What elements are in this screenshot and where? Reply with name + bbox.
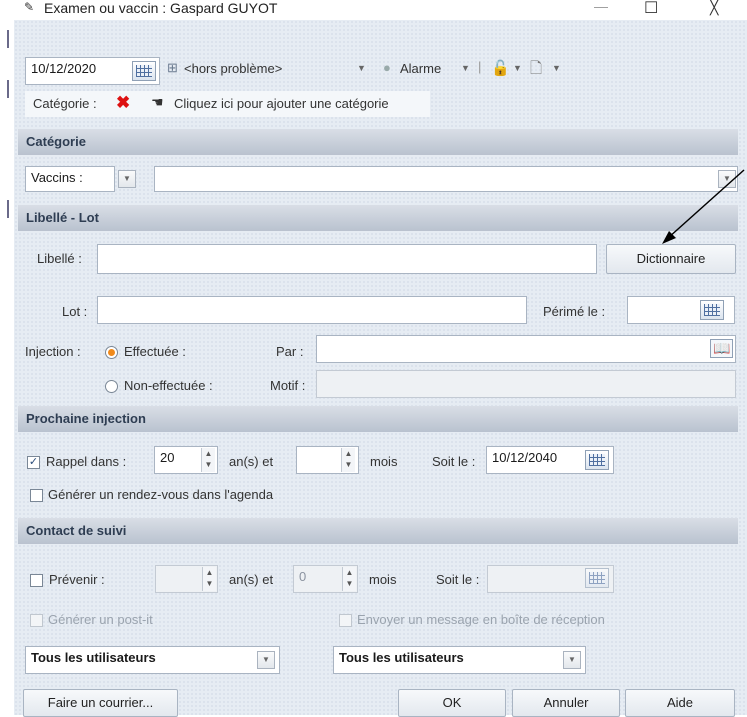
annotation-arrow <box>662 169 745 244</box>
